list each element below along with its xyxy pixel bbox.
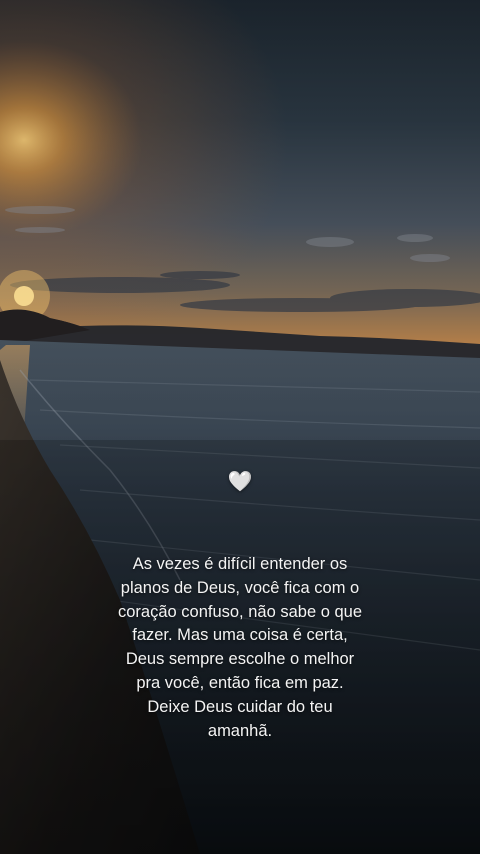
quote-text: As vezes é difícil entender os planos de… xyxy=(110,553,370,743)
photo-scene: 🤍 As vezes é difícil entender os planos … xyxy=(0,0,480,854)
quote-line: pra você, então fica em paz. xyxy=(136,673,344,692)
quote-line: planos de Deus, você fica com o xyxy=(120,578,360,597)
quote-line: fazer. Mas uma coisa é certa, xyxy=(132,626,348,645)
quote-line: amanhã. xyxy=(207,721,273,740)
quote-line: coração confuso, não sabe o que xyxy=(117,602,362,621)
quote-line: Deus sempre escolhe o melhor xyxy=(125,650,355,669)
quote-line: As vezes é difícil entender os xyxy=(132,555,348,573)
quote-line: Deixe Deus cuidar do teu xyxy=(147,697,333,716)
white-heart-icon: 🤍 xyxy=(227,469,253,493)
